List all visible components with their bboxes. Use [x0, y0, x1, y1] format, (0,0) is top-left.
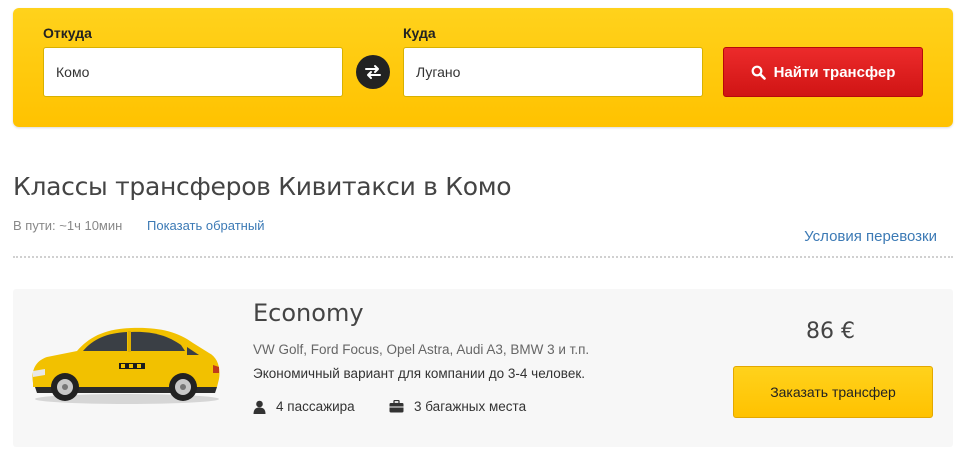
- class-description: Экономичный вариант для компании до 3-4 …: [253, 366, 585, 381]
- page-title: Классы трансферов Кивитакси в Комо: [13, 172, 512, 201]
- search-panel: Откуда Куда Найти трансфер: [13, 8, 953, 127]
- find-transfer-label: Найти трансфер: [773, 63, 896, 81]
- luggage-feature: 3 багажных места: [389, 399, 526, 414]
- find-transfer-button[interactable]: Найти трансфер: [723, 47, 923, 97]
- from-input[interactable]: [43, 47, 343, 97]
- from-label: Откуда: [43, 25, 92, 41]
- luggage-count: 3 багажных места: [414, 399, 527, 414]
- search-icon: [751, 65, 766, 80]
- swap-button[interactable]: [356, 55, 390, 89]
- transfer-class-card: Economy VW Golf, Ford Focus, Opel Astra,…: [13, 289, 953, 447]
- to-input[interactable]: [403, 47, 703, 97]
- to-label: Куда: [403, 25, 436, 41]
- order-transfer-button[interactable]: Заказать трансфер: [733, 366, 933, 418]
- price: 86 €: [806, 319, 855, 344]
- passengers-feature: 4 пассажира: [253, 399, 355, 414]
- swap-arrows-icon: [365, 65, 381, 79]
- person-icon: [253, 400, 266, 414]
- class-name: Economy: [253, 299, 364, 327]
- taxi-car-image: [32, 327, 220, 404]
- transport-terms-link[interactable]: Условия перевозки: [804, 228, 937, 245]
- dotted-divider: [13, 256, 953, 258]
- travel-duration: В пути: ~1ч 10мин: [13, 218, 123, 233]
- suitcase-icon: [389, 400, 404, 413]
- car-models: VW Golf, Ford Focus, Opel Astra, Audi A3…: [253, 342, 590, 357]
- passengers-count: 4 пассажира: [276, 399, 355, 414]
- show-reverse-link[interactable]: Показать обратный: [147, 218, 264, 233]
